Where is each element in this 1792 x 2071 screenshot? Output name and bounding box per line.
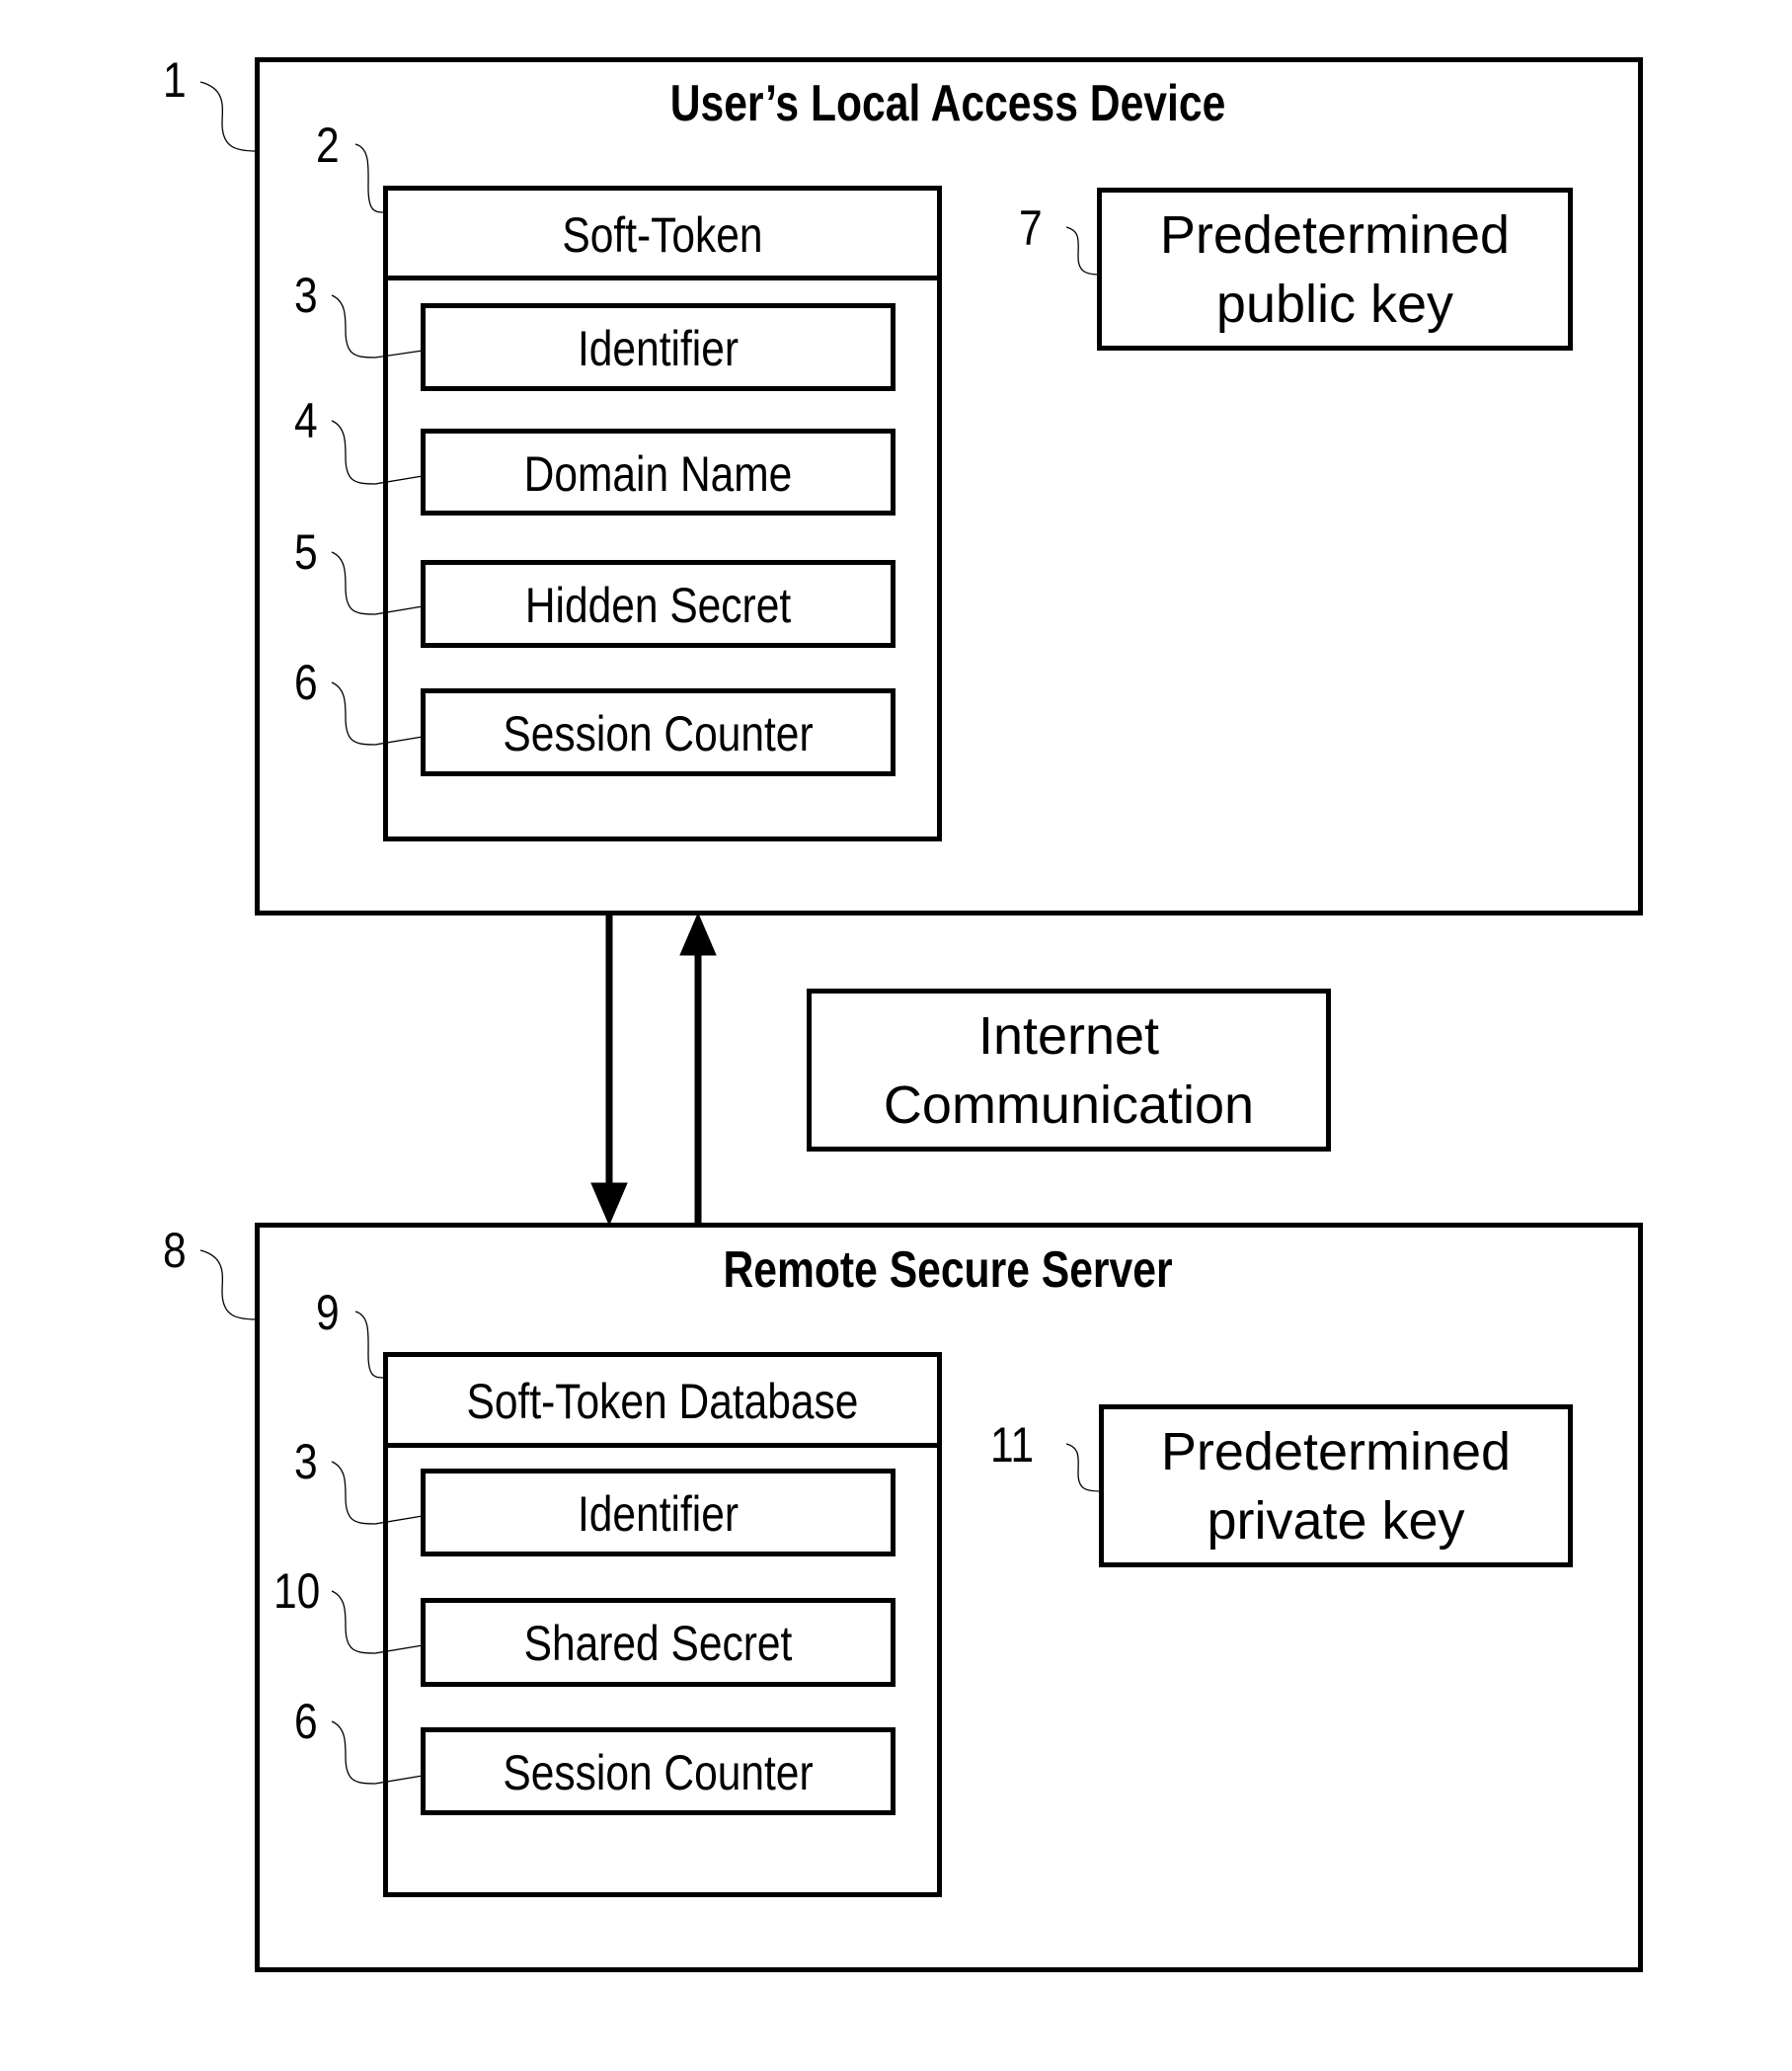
leader-line-1 bbox=[199, 81, 258, 152]
private-key-line1: Predetermined bbox=[1160, 1422, 1512, 1481]
server-field-shared-secret: Shared Secret bbox=[421, 1598, 896, 1687]
server-field-identifier: Identifier bbox=[421, 1469, 896, 1556]
device-field-hidden-secret: Hidden Secret bbox=[421, 560, 896, 648]
ref-label-1: 1 bbox=[163, 52, 187, 108]
ref-label-device-3: 3 bbox=[294, 268, 318, 323]
ref-label-4: 4 bbox=[294, 393, 318, 448]
ref-label-2: 2 bbox=[316, 118, 340, 173]
soft-token-header: Soft-Token bbox=[562, 207, 763, 263]
field-label: Shared Secret bbox=[523, 1616, 793, 1671]
public-key-line2: public key bbox=[1215, 275, 1454, 334]
database-header-divider bbox=[388, 1443, 937, 1448]
ref-label-9: 9 bbox=[316, 1285, 340, 1340]
ref-label-server-6: 6 bbox=[294, 1694, 318, 1749]
field-label: Domain Name bbox=[523, 446, 793, 502]
ref-label-10: 10 bbox=[273, 1563, 321, 1619]
ref-label-server-3: 3 bbox=[294, 1434, 318, 1489]
device-field-domain-name: Domain Name bbox=[421, 429, 896, 516]
field-label: Identifier bbox=[577, 321, 740, 376]
ref-label-8: 8 bbox=[163, 1223, 187, 1278]
device-field-session-counter: Session Counter bbox=[421, 688, 896, 776]
ref-label-device-6: 6 bbox=[294, 655, 318, 710]
leader-line-8 bbox=[199, 1249, 258, 1320]
uplink-arrowhead bbox=[679, 912, 717, 956]
private-key-box: Predetermined private key bbox=[1099, 1404, 1573, 1567]
downlink-arrowhead bbox=[590, 1182, 628, 1227]
field-label: Session Counter bbox=[503, 706, 814, 761]
server-field-session-counter: Session Counter bbox=[421, 1727, 896, 1815]
internet-line2: Communication bbox=[883, 1075, 1255, 1135]
field-label: Session Counter bbox=[503, 1745, 814, 1800]
soft-token-header-divider bbox=[388, 276, 937, 280]
database-header: Soft-Token Database bbox=[466, 1374, 859, 1429]
field-label: Hidden Secret bbox=[524, 578, 792, 633]
internet-communication-box: Internet Communication bbox=[807, 989, 1331, 1152]
device-title: User’s Local Access Device bbox=[669, 75, 1226, 132]
ref-label-7: 7 bbox=[1019, 200, 1043, 256]
private-key-line2: private key bbox=[1207, 1491, 1465, 1551]
public-key-box: Predetermined public key bbox=[1097, 188, 1573, 351]
ref-label-11: 11 bbox=[990, 1417, 1035, 1473]
public-key-line1: Predetermined bbox=[1159, 205, 1511, 265]
server-title: Remote Secure Server bbox=[723, 1241, 1173, 1299]
device-field-identifier: Identifier bbox=[421, 303, 896, 391]
internet-line1: Internet bbox=[977, 1006, 1160, 1066]
ref-label-5: 5 bbox=[294, 524, 318, 580]
field-label: Identifier bbox=[577, 1486, 740, 1542]
